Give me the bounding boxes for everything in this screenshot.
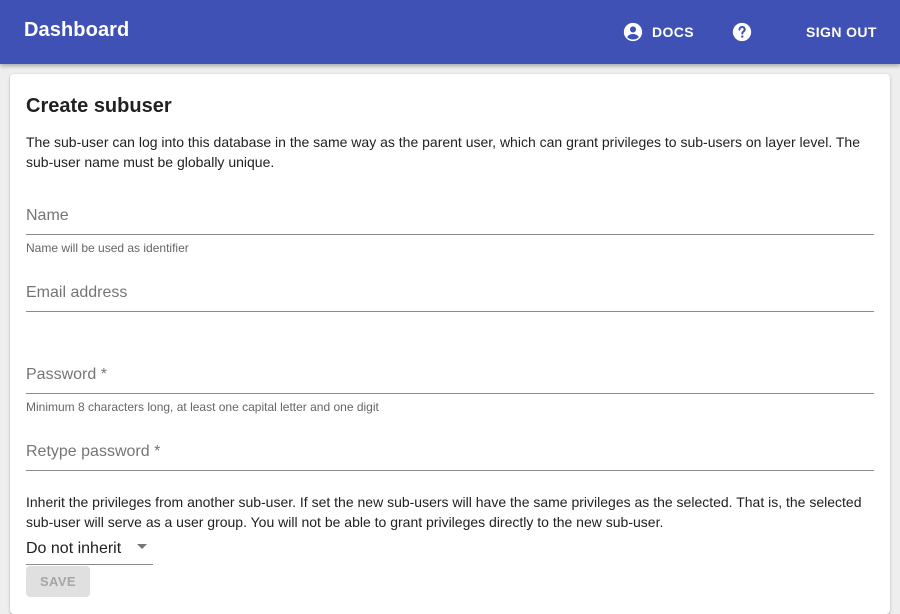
help-circle-icon: [731, 21, 753, 43]
docs-button[interactable]: DOCS: [614, 16, 702, 48]
dropdown-arrow-icon: [137, 544, 147, 549]
create-subuser-card: Create subuser The sub-user can log into…: [10, 74, 890, 614]
inherit-select-value: Do not inherit: [26, 540, 122, 557]
help-button[interactable]: [726, 16, 758, 48]
email-input[interactable]: [26, 275, 874, 313]
email-field-group: [26, 275, 874, 313]
retype-password-input[interactable]: [26, 434, 874, 472]
name-helper-text: Name will be used as identifier: [26, 241, 189, 255]
password-field-group: Minimum 8 characters long, at least one …: [26, 357, 874, 414]
password-input[interactable]: [26, 357, 874, 395]
retype-password-field-group: [26, 434, 874, 472]
password-helper-text: Minimum 8 characters long, at least one …: [26, 400, 379, 414]
name-field-underline: [26, 198, 874, 236]
account-circle-icon: [622, 21, 644, 43]
retype-password-field-underline: [26, 434, 874, 472]
app-title: Dashboard: [24, 19, 130, 41]
app-bar: Dashboard DOCS SIGN OUT: [0, 0, 900, 64]
name-input[interactable]: [26, 198, 874, 236]
email-field-underline: [26, 275, 874, 313]
page-title: Create subuser: [26, 95, 172, 117]
form-description: The sub-user can log into this database …: [26, 134, 860, 170]
sign-out-button[interactable]: SIGN OUT: [796, 16, 887, 48]
inherit-description: Inherit the privileges from another sub-…: [26, 494, 862, 530]
save-button[interactable]: SAVE: [26, 566, 90, 597]
docs-label: DOCS: [652, 24, 695, 40]
inherit-select[interactable]: Do not inherit: [26, 536, 153, 565]
password-field-underline: [26, 357, 874, 395]
name-field-group: Name will be used as identifier: [26, 198, 874, 255]
